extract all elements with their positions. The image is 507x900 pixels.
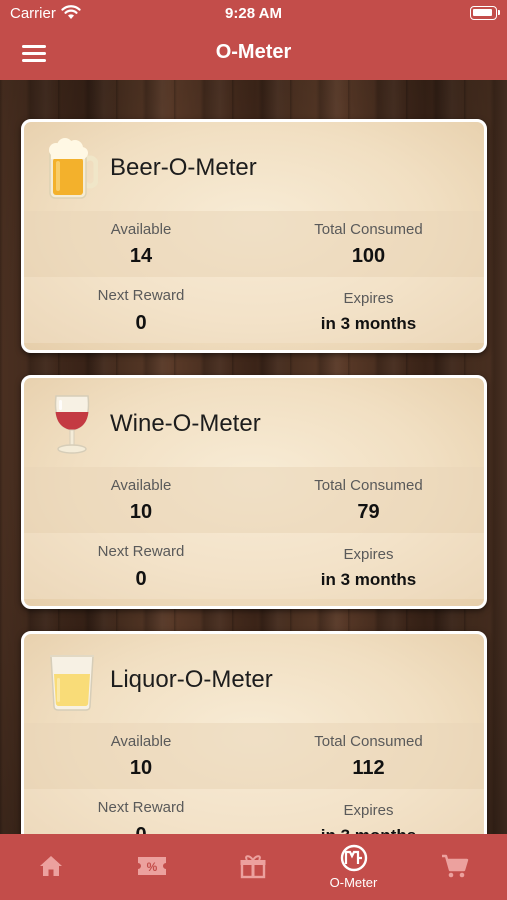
wine-glass-icon xyxy=(54,395,90,454)
navigation-bar: O-Meter xyxy=(0,28,507,80)
card-header: Liquor-O-Meter xyxy=(24,634,484,723)
total-consumed-stat: Total Consumed 112 xyxy=(252,723,484,789)
tab-bar: % O-Meter xyxy=(0,834,507,900)
gift-icon xyxy=(240,855,265,879)
next-reward-value: 0 xyxy=(24,824,258,834)
expires-label: Expires xyxy=(343,546,394,563)
next-reward-stat: Next Reward 0 xyxy=(24,789,258,834)
available-value: 10 xyxy=(129,501,153,523)
wine-o-meter-card[interactable]: Wine-O-Meter Available 10 Total Consumed… xyxy=(21,375,487,609)
o-meter-icon xyxy=(340,844,367,872)
beer-mug-icon xyxy=(49,138,98,199)
tab-coupons[interactable]: % xyxy=(101,834,202,900)
next-reward-label: Next Reward xyxy=(97,543,185,560)
tab-gifts[interactable] xyxy=(202,834,303,900)
liquor-glass-icon xyxy=(50,655,94,711)
total-consumed-label: Total Consumed xyxy=(314,477,423,494)
card-title: Liquor-O-Meter xyxy=(110,666,273,693)
available-value: 10 xyxy=(129,757,153,779)
available-stat: Available 10 xyxy=(24,723,258,789)
total-consumed-value: 112 xyxy=(352,757,385,779)
total-consumed-stat: Total Consumed 100 xyxy=(252,211,484,277)
expires-stat: Expires in 3 months xyxy=(252,533,484,599)
total-consumed-stat: Total Consumed 79 xyxy=(252,467,484,533)
wood-background[interactable]: Beer-O-Meter Available 14 Total Consumed… xyxy=(0,80,507,834)
beer-o-meter-card[interactable]: Beer-O-Meter Available 14 Total Consumed… xyxy=(21,119,487,353)
expires-label: Expires xyxy=(343,290,394,307)
tab-label: O-Meter xyxy=(329,875,378,890)
available-value: 14 xyxy=(129,245,153,267)
next-reward-label: Next Reward xyxy=(97,287,185,304)
expires-value: in 3 months xyxy=(320,570,417,589)
total-consumed-value: 100 xyxy=(351,245,386,267)
available-stat: Available 14 xyxy=(24,211,258,277)
next-reward-value: 0 xyxy=(135,312,147,334)
page-title: O-Meter xyxy=(215,41,292,63)
expires-value: in 3 months xyxy=(252,826,484,834)
tab-cart[interactable] xyxy=(404,834,505,900)
battery-icon xyxy=(470,6,500,20)
status-bar: Carrier 9:28 AM xyxy=(0,0,507,28)
cart-icon xyxy=(441,854,468,878)
expires-label: Expires xyxy=(343,802,394,819)
available-label: Available xyxy=(110,733,172,750)
hamburger-menu-icon[interactable] xyxy=(22,42,48,64)
next-reward-stat: Next Reward 0 xyxy=(24,277,258,343)
next-reward-label: Next Reward xyxy=(97,799,185,816)
tab-home[interactable] xyxy=(0,834,101,900)
status-time: 9:28 AM xyxy=(225,5,282,22)
discount-coupon-icon: % xyxy=(137,857,166,875)
card-title: Wine-O-Meter xyxy=(110,410,261,437)
total-consumed-label: Total Consumed xyxy=(314,221,423,238)
card-header: Beer-O-Meter xyxy=(24,122,484,211)
expires-stat: Expires in 3 months xyxy=(252,789,484,834)
card-title: Beer-O-Meter xyxy=(110,154,257,181)
total-consumed-label: Total Consumed xyxy=(314,733,423,750)
next-reward-stat: Next Reward 0 xyxy=(24,533,258,599)
next-reward-value: 0 xyxy=(135,568,147,590)
available-label: Available xyxy=(110,221,172,238)
home-icon xyxy=(39,856,62,876)
available-label: Available xyxy=(110,477,172,494)
liquor-o-meter-card[interactable]: Liquor-O-Meter Available 10 Total Consum… xyxy=(21,631,487,834)
expires-value: in 3 months xyxy=(320,314,417,333)
expires-stat: Expires in 3 months xyxy=(252,277,484,343)
available-stat: Available 10 xyxy=(24,467,258,533)
svg-text:%: % xyxy=(146,860,157,874)
total-consumed-value: 79 xyxy=(357,501,380,523)
card-header: Wine-O-Meter xyxy=(24,378,484,467)
tab-o-meter[interactable]: O-Meter xyxy=(303,834,404,900)
